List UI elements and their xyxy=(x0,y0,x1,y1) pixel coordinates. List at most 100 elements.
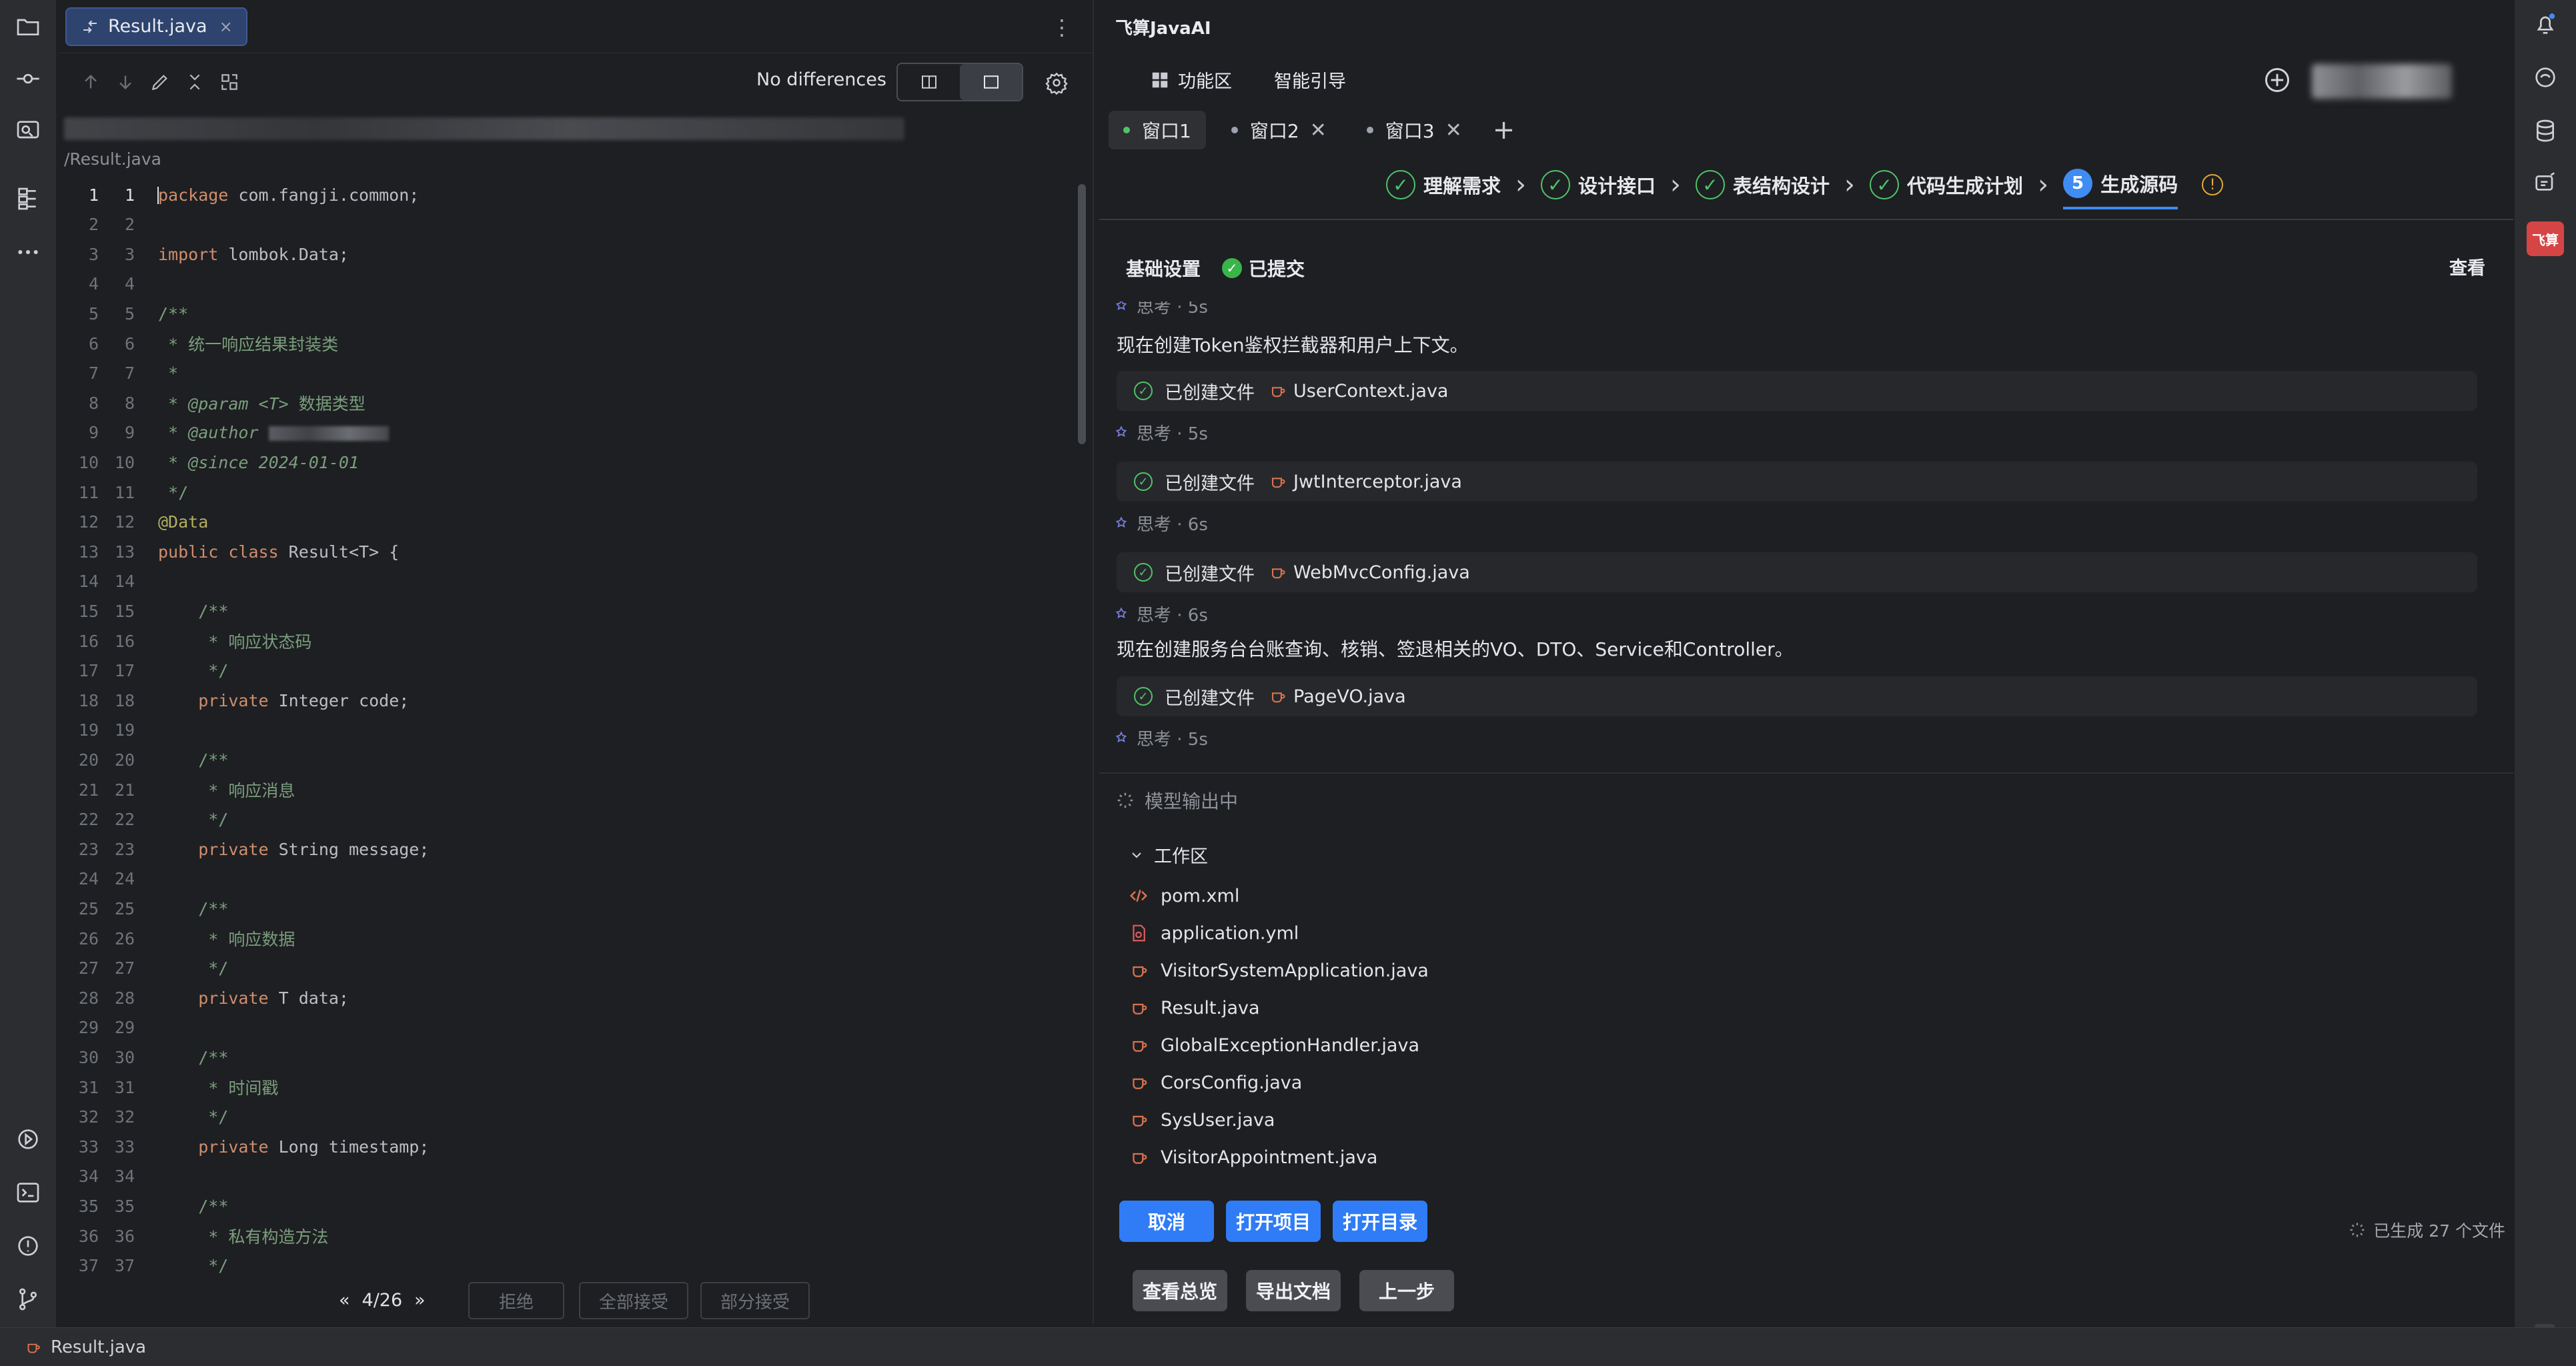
editor-scrollbar[interactable] xyxy=(1078,184,1086,444)
ai-assistant-icon[interactable] xyxy=(2531,63,2560,92)
code-view[interactable]: 1 1 package com.fangji.common; 2 2 3 3 import l… xyxy=(59,180,1086,1276)
open-project-button[interactable]: 打开项目 xyxy=(1226,1201,1321,1242)
code-line[interactable]: 32 32 */ xyxy=(59,1103,1073,1132)
terminal-icon[interactable] xyxy=(13,1178,43,1207)
workspace-file-item[interactable]: VisitorSystemApplication.java xyxy=(1129,952,2396,989)
workspace-header[interactable]: 工作区 xyxy=(1129,842,2396,868)
code-line[interactable]: 35 35 /** xyxy=(59,1191,1073,1221)
sync-scroll-icon[interactable] xyxy=(217,70,241,94)
accept-all-button[interactable]: 全部接受 xyxy=(579,1282,688,1319)
created-file-card[interactable]: ✓ 已创建文件 PageVO.java xyxy=(1117,676,2477,716)
info-warning-icon[interactable]: ! xyxy=(2202,174,2224,195)
code-line[interactable]: 18 18 private Integer code; xyxy=(59,686,1073,715)
workspace-file-item[interactable]: VisitorAppointment.java xyxy=(1129,1139,2396,1176)
folder-icon[interactable] xyxy=(13,12,43,41)
window-tab-2[interactable]: 窗口2 ✕ xyxy=(1217,111,1341,149)
window-tab-1[interactable]: 窗口1 xyxy=(1109,111,1206,149)
code-line[interactable]: 28 28 private T data; xyxy=(59,983,1073,1012)
code-line[interactable]: 26 26 * 响应数据 xyxy=(59,924,1073,953)
edit-icon[interactable] xyxy=(148,70,172,94)
code-line[interactable]: 24 24 xyxy=(59,864,1073,894)
created-file-card[interactable]: ✓ 已创建文件 JwtInterceptor.java xyxy=(1117,462,2477,502)
git-branch-icon[interactable] xyxy=(13,1285,43,1314)
code-line[interactable]: 33 33 private Long timestamp; xyxy=(59,1132,1073,1161)
code-line[interactable]: 23 23 private String message; xyxy=(59,834,1073,864)
arrow-down-icon[interactable] xyxy=(113,70,137,94)
code-line[interactable]: 5 5 /** xyxy=(59,299,1073,328)
workspace-file-item[interactable]: Result.java xyxy=(1129,989,2396,1027)
code-line[interactable]: 27 27 */ xyxy=(59,954,1073,983)
nav-guide[interactable]: 智能引导 xyxy=(1274,67,1346,93)
code-line[interactable]: 34 34 xyxy=(59,1162,1073,1191)
code-line[interactable]: 6 6 * 统一响应结果封装类 xyxy=(59,329,1073,358)
unified-view-icon[interactable] xyxy=(960,64,1022,100)
code-line[interactable]: 7 7 * xyxy=(59,359,1073,388)
code-line[interactable]: 11 11 */ xyxy=(59,478,1073,507)
services-icon[interactable] xyxy=(13,1125,43,1154)
created-file-card[interactable]: ✓ 已创建文件 WebMvcConfig.java xyxy=(1117,552,2477,592)
pull-requests-icon[interactable] xyxy=(13,116,43,145)
open-directory-button[interactable]: 打开目录 xyxy=(1333,1201,1427,1242)
problems-icon[interactable] xyxy=(13,1231,43,1261)
code-line[interactable]: 44 xyxy=(59,269,1073,299)
step-4[interactable]: ✓ 代码生成计划 xyxy=(1870,160,2023,209)
step-2[interactable]: ✓ 设计接口 xyxy=(1541,160,1656,209)
feisuan-plugin-icon[interactable]: 飞算 xyxy=(2527,221,2564,256)
reject-button[interactable]: 拒绝 xyxy=(468,1282,564,1319)
kebab-menu-icon[interactable]: ⋮ xyxy=(1051,15,1073,40)
view-link[interactable]: 查看 xyxy=(2449,253,2485,279)
code-line[interactable]: 25 25 /** xyxy=(59,894,1073,923)
structure-icon[interactable] xyxy=(13,184,43,213)
code-line[interactable]: 21 21 * 响应消息 xyxy=(59,775,1073,804)
prev-change-icon[interactable]: « xyxy=(339,1290,350,1311)
new-session-icon[interactable] xyxy=(2263,65,2292,95)
workspace-file-item[interactable]: pom.xml xyxy=(1129,877,2396,914)
close-icon[interactable]: ✕ xyxy=(1310,119,1327,142)
export-docs-button[interactable]: 导出文档 xyxy=(1246,1270,1341,1311)
gear-icon[interactable] xyxy=(1045,71,1069,95)
workspace-file-item[interactable]: CorsConfig.java xyxy=(1129,1064,2396,1101)
code-line[interactable]: 3 3 import lombok.Data; xyxy=(59,239,1073,269)
collapse-icon[interactable] xyxy=(183,70,207,94)
step-1[interactable]: ✓ 理解需求 xyxy=(1386,160,1501,209)
code-line[interactable]: 22 22 */ xyxy=(59,805,1073,834)
code-line[interactable]: 30 30 /** xyxy=(59,1043,1073,1072)
database-icon[interactable] xyxy=(2531,116,2560,145)
window-tab-3[interactable]: 窗口3 ✕ xyxy=(1352,111,1477,149)
notifications-icon[interactable] xyxy=(2531,9,2560,39)
code-line[interactable]: 1 1 package com.fangji.common; xyxy=(59,180,1073,209)
ai-chat-icon[interactable] xyxy=(2531,169,2560,199)
step-3[interactable]: ✓ 表结构设计 xyxy=(1696,160,1830,209)
code-line[interactable]: 8 8 * @param <T> 数据类型 xyxy=(59,388,1073,418)
cancel-button[interactable]: 取消 xyxy=(1119,1201,1214,1242)
code-line[interactable]: 13 13 public class Result<T> { xyxy=(59,537,1073,566)
workspace-file-item[interactable]: GlobalExceptionHandler.java xyxy=(1129,1027,2396,1064)
close-icon[interactable]: ✕ xyxy=(1445,119,1462,142)
tab-close-icon[interactable]: × xyxy=(219,17,233,36)
code-line[interactable]: 15 15 /** xyxy=(59,596,1073,626)
more-icon[interactable] xyxy=(13,237,43,267)
user-avatar-blurred[interactable] xyxy=(2312,64,2452,99)
code-line[interactable]: 16 16 * 响应状态码 xyxy=(59,626,1073,656)
side-by-side-view-icon[interactable] xyxy=(898,64,960,100)
tab-result-java[interactable]: Result.java × xyxy=(65,7,247,46)
code-line[interactable]: 10 10 * @since 2024-01-01 xyxy=(59,448,1073,477)
arrow-up-icon[interactable] xyxy=(79,70,103,94)
code-line[interactable]: 29 29 xyxy=(59,1013,1073,1043)
add-window-icon[interactable]: + xyxy=(1493,115,1515,145)
code-line[interactable]: 9 9 * @author xyxy=(59,418,1073,448)
step-5[interactable]: 5 生成源码 xyxy=(2063,160,2178,209)
code-line[interactable]: 17 17 */ xyxy=(59,656,1073,686)
code-line[interactable]: 12 12 @Data xyxy=(59,508,1073,537)
commit-icon[interactable] xyxy=(13,64,43,93)
previous-step-button[interactable]: 上一步 xyxy=(1359,1270,1454,1311)
code-line[interactable]: 36 36 * 私有构造方法 xyxy=(59,1221,1073,1251)
code-line[interactable]: 14 14 xyxy=(59,567,1073,596)
accept-partial-button[interactable]: 部分接受 xyxy=(700,1282,810,1319)
workspace-file-item[interactable]: SysUser.java xyxy=(1129,1101,2396,1139)
nav-features[interactable]: 功能区 xyxy=(1150,67,1232,93)
code-line[interactable]: 20 20 /** xyxy=(59,745,1073,774)
code-line[interactable]: 19 19 xyxy=(59,716,1073,745)
next-change-icon[interactable]: » xyxy=(414,1290,426,1311)
code-line[interactable]: 37 37 */ xyxy=(59,1251,1073,1281)
